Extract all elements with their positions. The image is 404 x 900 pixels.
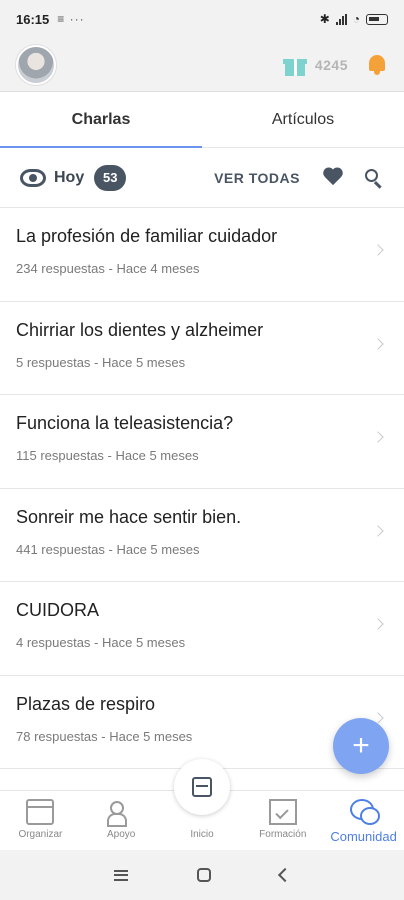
tab-bar: Charlas Artículos xyxy=(0,92,404,148)
list-item[interactable]: Chirriar los dientes y alzheimer 5 respu… xyxy=(0,302,404,395)
filter-bar: Hoy 53 VER TODAS xyxy=(0,148,404,208)
add-post-button[interactable]: + xyxy=(333,718,389,774)
notification-icons: ≡ ··· xyxy=(57,12,85,26)
avatar[interactable] xyxy=(16,44,56,85)
ver-todas-button[interactable]: VER TODAS xyxy=(214,170,300,186)
item-meta: 115 respuestas - Hace 5 meses xyxy=(16,448,199,463)
chevron-right-icon xyxy=(372,618,384,630)
tab-charlas[interactable]: Charlas xyxy=(0,92,202,148)
conversation-list: La profesión de familiar cuidador 234 re… xyxy=(0,208,404,769)
inbox-icon xyxy=(191,777,212,797)
wifi-icon: ◔ xyxy=(352,12,360,26)
nav-inicio[interactable]: Inicio xyxy=(162,759,243,850)
calendar-icon xyxy=(26,799,55,825)
heart-icon[interactable] xyxy=(322,168,344,188)
list-item[interactable]: CUIDORA 4 respuestas - Hace 5 meses xyxy=(0,582,404,676)
system-nav-bar xyxy=(0,850,404,900)
chevron-right-icon xyxy=(372,337,384,350)
item-meta: 78 respuestas - Hace 5 meses xyxy=(16,728,193,744)
item-meta: 441 respuestas - Hace 5 meses xyxy=(16,541,200,557)
nav-organizar[interactable]: Organizar xyxy=(0,791,81,850)
item-title: La profesión de familiar cuidador xyxy=(16,226,278,246)
item-meta: 5 respuestas - Hace 5 meses xyxy=(16,354,186,370)
list-item[interactable]: Sonreir me hace sentir bien. 441 respues… xyxy=(0,489,404,582)
status-time: 16:15 xyxy=(16,11,50,27)
menu-icon[interactable] xyxy=(114,869,129,881)
nav-label: Apoyo xyxy=(107,829,136,840)
battery-icon xyxy=(366,13,388,25)
eye-icon[interactable] xyxy=(20,168,46,187)
item-title: CUIDORA xyxy=(16,600,100,620)
points-counter: 4245 xyxy=(314,56,348,73)
bell-icon[interactable] xyxy=(366,53,388,77)
chat-icon xyxy=(349,799,380,825)
app-header: 4245 xyxy=(0,38,404,92)
status-right: ✱ ◔ xyxy=(320,12,388,26)
nav-comunidad[interactable]: Comunidad xyxy=(323,791,404,850)
header-actions: 4245 xyxy=(282,53,388,77)
nav-apoyo[interactable]: Apoyo xyxy=(81,791,162,850)
tab-articulos[interactable]: Artículos xyxy=(202,92,404,147)
item-title: Plazas de respiro xyxy=(16,693,156,714)
nav-label: Comunidad xyxy=(330,829,397,844)
home-square-icon[interactable] xyxy=(196,868,211,882)
status-bar: 16:15 ≡ ··· ✱ ◔ xyxy=(0,0,404,38)
chevron-right-icon xyxy=(372,524,384,537)
list-item[interactable]: La profesión de familiar cuidador 234 re… xyxy=(0,208,404,302)
list-item[interactable]: Funciona la teleasistencia? 115 respuest… xyxy=(0,395,404,489)
signal-icon xyxy=(335,13,347,25)
gift-icon[interactable] xyxy=(282,54,307,76)
nav-label: Formación xyxy=(259,829,307,840)
count-badge: 53 xyxy=(94,164,127,191)
back-icon[interactable] xyxy=(277,867,292,883)
item-meta: 4 respuestas - Hace 5 meses xyxy=(16,635,186,650)
home-button[interactable] xyxy=(173,759,230,815)
search-icon[interactable] xyxy=(364,168,384,188)
people-icon xyxy=(107,799,135,827)
filter-hoy[interactable]: Hoy xyxy=(54,169,84,187)
whiteboard-icon xyxy=(268,799,297,825)
nav-label: Inicio xyxy=(190,829,214,840)
item-title: Chirriar los dientes y alzheimer xyxy=(16,319,264,340)
item-title: Funciona la teleasistencia? xyxy=(16,413,234,433)
chevron-right-icon xyxy=(372,431,384,443)
nav-formacion[interactable]: Formación xyxy=(242,791,323,850)
item-meta: 234 respuestas - Hace 4 meses xyxy=(16,261,200,276)
bottom-nav: Organizar Apoyo Inicio Formación Comunid… xyxy=(0,759,404,850)
chevron-right-icon xyxy=(372,244,384,256)
bluetooth-icon: ✱ xyxy=(319,12,330,26)
item-title: Sonreir me hace sentir bien. xyxy=(16,506,242,527)
nav-label: Organizar xyxy=(18,829,63,840)
